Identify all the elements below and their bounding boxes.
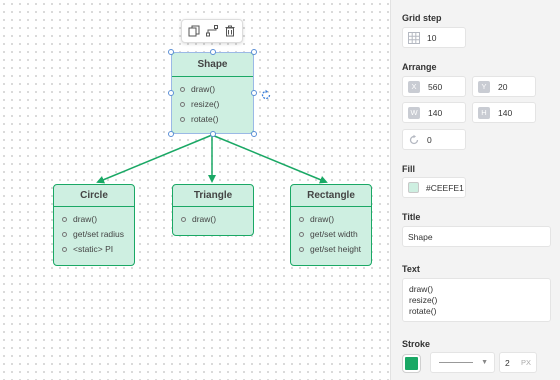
stroke-style-select[interactable]: ▼	[430, 352, 495, 373]
text-area[interactable]: draw() resize() rotate()	[402, 278, 551, 322]
uml-member: draw()	[299, 212, 371, 227]
x-input[interactable]: X 560	[402, 76, 466, 97]
h-icon: H	[478, 106, 490, 119]
uml-member: get/set height	[299, 242, 371, 257]
diagram-canvas[interactable]: Shape draw() resize() rotate() Circle dr…	[0, 0, 390, 380]
y-input[interactable]: Y 20	[472, 76, 536, 97]
uml-member: <static> PI	[62, 242, 134, 257]
text-label: Text	[402, 264, 420, 274]
uml-class-triangle[interactable]: Triangle draw()	[172, 184, 254, 236]
line-style-preview	[439, 362, 473, 363]
trash-icon	[225, 25, 235, 37]
duplicate-button[interactable]	[186, 23, 202, 39]
stroke-color-swatch[interactable]	[402, 354, 421, 373]
uml-member: draw()	[62, 212, 134, 227]
uml-member: rotate()	[180, 112, 253, 127]
uml-member: draw()	[181, 212, 253, 227]
height-input[interactable]: H 140	[472, 102, 536, 123]
bullet-icon	[62, 247, 67, 252]
properties-panel: Grid step 10 Arrange X 560 Y 20 W 140 H …	[390, 0, 560, 380]
uml-class-title: Circle	[54, 185, 134, 207]
bullet-icon	[62, 232, 67, 237]
grid-icon	[408, 31, 420, 44]
grid-step-label: Grid step	[402, 13, 442, 23]
uml-member: get/set width	[299, 227, 371, 242]
resize-handle-s[interactable]	[210, 131, 216, 137]
stroke-width-input[interactable]: 2 PX	[499, 352, 537, 373]
width-input[interactable]: W 140	[402, 102, 466, 123]
bullet-icon	[180, 117, 185, 122]
bullet-icon	[62, 217, 67, 222]
w-icon: W	[408, 106, 420, 119]
resize-handle-nw[interactable]	[168, 49, 174, 55]
chevron-down-icon: ▼	[481, 359, 488, 366]
resize-handle-sw[interactable]	[168, 131, 174, 137]
rotate-icon	[261, 89, 271, 100]
connect-icon	[206, 25, 218, 37]
uml-class-shape[interactable]: Shape draw() resize() rotate()	[171, 52, 254, 134]
uml-class-rectangle[interactable]: Rectangle draw() get/set width get/set h…	[290, 184, 372, 266]
arrange-label: Arrange	[402, 62, 437, 72]
uml-member: draw()	[180, 82, 253, 97]
resize-handle-w[interactable]	[168, 90, 174, 96]
bullet-icon	[299, 217, 304, 222]
grid-step-input[interactable]: 10	[402, 27, 466, 48]
bullet-icon	[180, 102, 185, 107]
rotation-icon	[409, 134, 419, 144]
uml-class-title: Shape	[172, 53, 253, 77]
uml-class-title: Triangle	[173, 185, 253, 207]
stroke-unit: PX	[520, 358, 531, 367]
uml-member: get/set radius	[62, 227, 134, 242]
resize-handle-n[interactable]	[210, 49, 216, 55]
shape-toolbar	[181, 19, 243, 43]
connector-shape-circle[interactable]	[96, 134, 213, 184]
stroke-label: Stroke	[402, 339, 431, 349]
resize-handle-e[interactable]	[251, 90, 257, 96]
connect-button[interactable]	[204, 23, 220, 39]
fill-swatch[interactable]	[408, 182, 419, 193]
rotate-handle[interactable]	[260, 89, 272, 101]
resize-handle-ne[interactable]	[251, 49, 257, 55]
resize-handle-se[interactable]	[251, 131, 257, 137]
bullet-icon	[299, 247, 304, 252]
title-input[interactable]: Shape	[402, 226, 551, 247]
delete-button[interactable]	[222, 23, 238, 39]
duplicate-icon	[188, 25, 200, 37]
uml-class-circle[interactable]: Circle draw() get/set radius <static> PI	[53, 184, 135, 266]
fill-color-input[interactable]: #CEEFE1	[402, 177, 466, 198]
rotation-input[interactable]: 0	[402, 129, 466, 150]
y-icon: Y	[478, 80, 490, 93]
connector-shape-rectangle[interactable]	[211, 134, 328, 184]
bullet-icon	[181, 217, 186, 222]
x-icon: X	[408, 80, 420, 93]
fill-label: Fill	[402, 164, 415, 174]
bullet-icon	[180, 87, 185, 92]
uml-member: resize()	[180, 97, 253, 112]
bullet-icon	[299, 232, 304, 237]
title-label: Title	[402, 212, 421, 222]
uml-class-title: Rectangle	[291, 185, 371, 207]
